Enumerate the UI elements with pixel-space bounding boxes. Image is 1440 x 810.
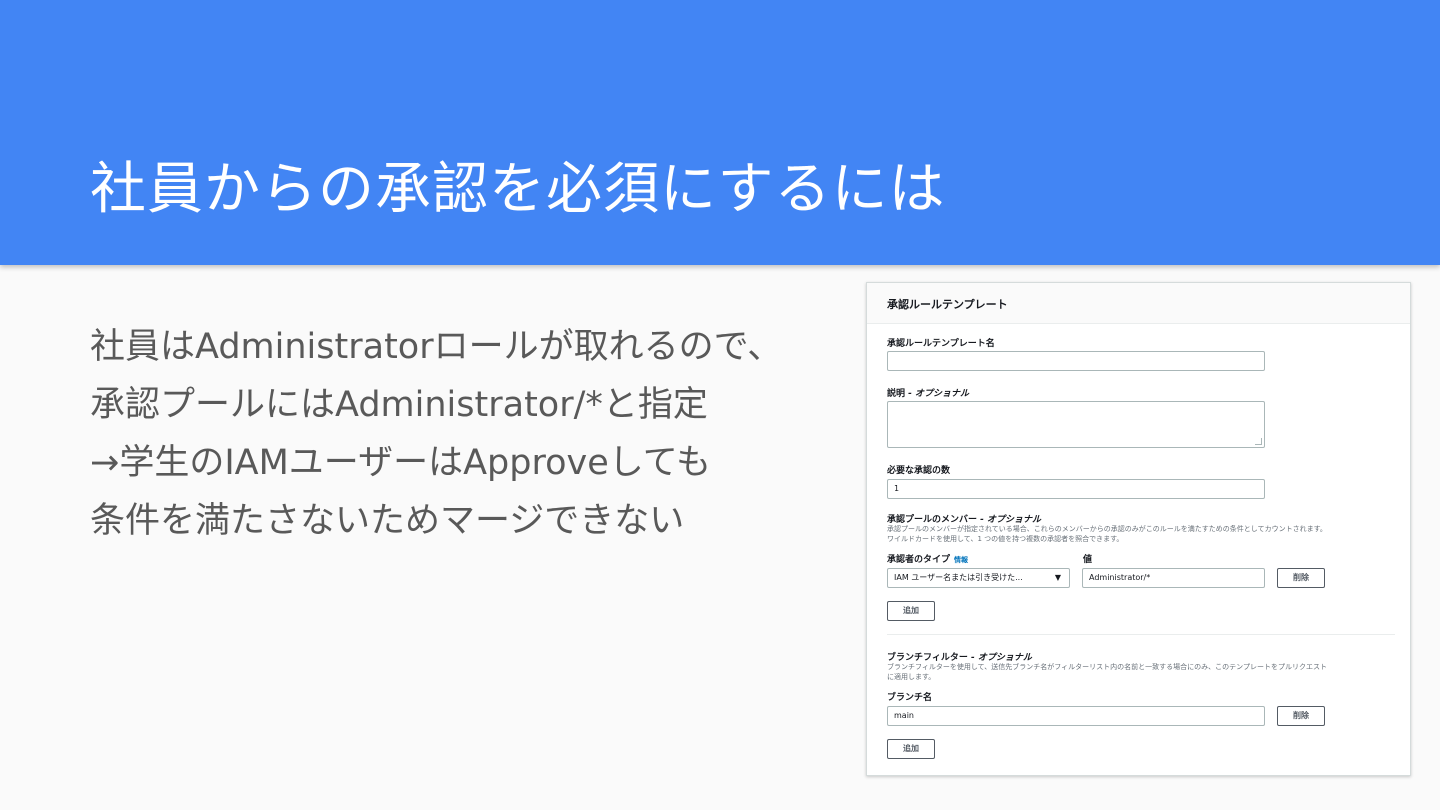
body-line: 条件を満たさないためマージできない [90, 501, 685, 541]
add-branch-button[interactable]: 追加 [887, 739, 935, 759]
caret-down-icon: ▼ [1054, 573, 1061, 582]
info-link[interactable]: 情報 [954, 556, 968, 564]
pool-members-desc: 承認プールのメンバーが指定されている場合、これらのメンバーからの承認のみがこのル… [887, 524, 1327, 544]
approval-rule-template-panel: 承認ルールテンプレート 承認ルールテンプレート名 説明 - オプショナル 必要な… [866, 282, 1411, 776]
description-textarea[interactable] [887, 401, 1265, 448]
pool-members-desc-line: 承認プールのメンバーが指定されている場合、これらのメンバーからの承認のみがこのル… [887, 525, 1327, 533]
panel-title: 承認ルールテンプレート [887, 298, 1008, 311]
required-approvals-input[interactable]: 1 [887, 479, 1265, 499]
branch-name-label: ブランチ名 [887, 693, 933, 703]
description-optional: - オプショナル [908, 389, 970, 399]
delete-branch-button[interactable]: 削除 [1277, 706, 1325, 726]
approver-type-value: IAM ユーザー名または引き受けた... [894, 573, 1023, 582]
resize-handle-icon[interactable] [1255, 438, 1262, 445]
slide-body: 社員はAdministratorロールが取れるので、 承認プールにはAdmini… [90, 318, 782, 550]
required-approvals-label: 必要な承認の数 [887, 466, 951, 476]
slide-header: 社員からの承認を必須にするには [0, 0, 1440, 265]
body-line: →学生のIAMユーザーはApproveしても [90, 443, 711, 483]
branch-name-input[interactable]: main [887, 706, 1265, 726]
branch-filter-desc-line: ブランチフィルターを使用して、送信先ブランチ名がフィルターリスト内の名前と一致す… [887, 663, 1327, 671]
pool-members-desc-line: ワイルドカードを使用して、1 つの値を持つ複数の承認者を照合できます。 [887, 535, 1124, 543]
description-label: 説明 - オプショナル [887, 386, 969, 399]
slide-title: 社員からの承認を必須にするには [90, 157, 946, 222]
section-divider [887, 634, 1395, 635]
branch-filter-desc-line: に適用します。 [887, 673, 936, 681]
description-label-text: 説明 [887, 389, 906, 399]
delete-approver-button[interactable]: 削除 [1277, 568, 1325, 588]
body-line: 社員はAdministratorロールが取れるので、 [90, 327, 783, 367]
value-label: 値 [1083, 555, 1093, 565]
panel-header: 承認ルールテンプレート [867, 283, 1410, 324]
body-line: 承認プールにはAdministrator/*と指定 [90, 385, 708, 425]
branch-filter-desc: ブランチフィルターを使用して、送信先ブランチ名がフィルターリスト内の名前と一致す… [887, 662, 1327, 682]
approver-type-select[interactable]: IAM ユーザー名または引き受けた... ▼ [887, 568, 1070, 588]
approver-type-label-text: 承認者のタイプ [887, 555, 951, 565]
approver-value-input[interactable]: Administrator/* [1082, 568, 1265, 588]
template-name-input[interactable] [887, 351, 1265, 371]
template-name-label: 承認ルールテンプレート名 [887, 339, 995, 349]
approver-type-label: 承認者のタイプ 情報 [887, 552, 968, 565]
add-approver-button[interactable]: 追加 [887, 601, 935, 621]
